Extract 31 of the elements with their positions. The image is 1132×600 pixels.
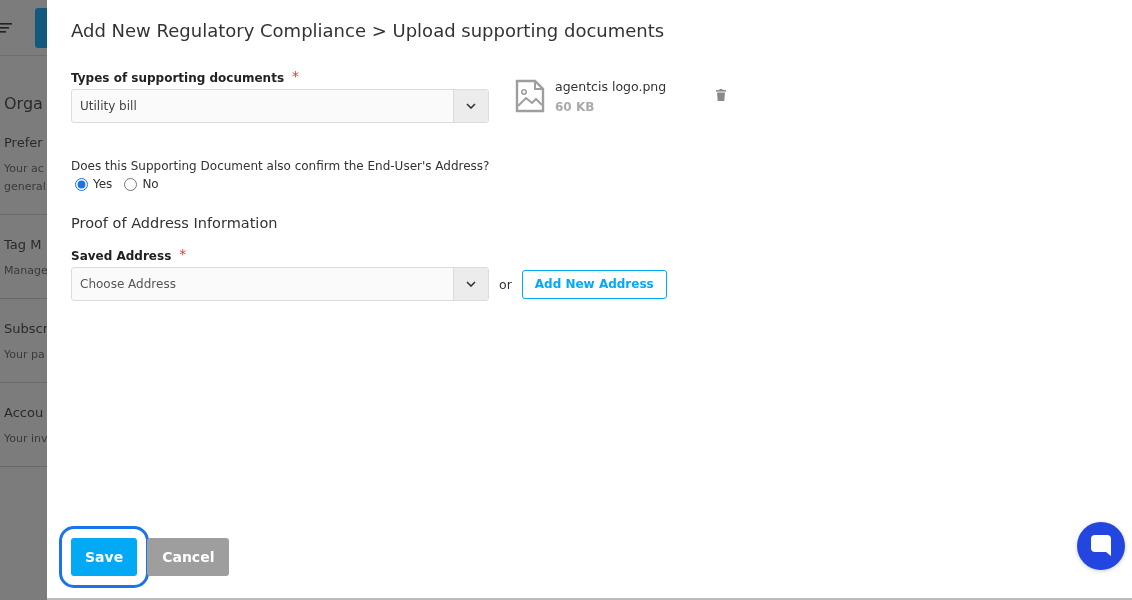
drawer-title: Add New Regulatory Compliance > Upload supporting documents <box>71 20 666 41</box>
section-description: Your pa <box>4 347 46 363</box>
radio-label[interactable]: No <box>142 177 159 191</box>
file-size: 60 KB <box>555 100 596 114</box>
question-label: Does this Supporting Document also confirm the End-User's Address? <box>71 159 491 173</box>
image-file-icon <box>515 79 545 113</box>
section-title: Accou <box>4 405 45 420</box>
menu-icon[interactable] <box>0 22 12 33</box>
section-description: general <box>4 179 47 195</box>
field-label: Saved Address <box>71 249 172 263</box>
radio-button[interactable] <box>75 177 88 191</box>
radio-label[interactable]: Yes <box>93 177 113 191</box>
section-description: Manage <box>4 263 47 279</box>
or-label: or <box>499 276 512 292</box>
required-mark: * <box>292 68 300 84</box>
delete-icon[interactable] <box>716 89 727 101</box>
select-field[interactable]: Utility bill <box>71 89 489 123</box>
section-heading: Proof of Address Information <box>71 215 279 231</box>
page-heading: Orga <box>4 94 44 113</box>
required-mark: * <box>179 246 187 262</box>
section-title: Prefer <box>4 135 44 150</box>
select-field[interactable]: Choose Address <box>71 267 489 301</box>
section-title: Tag M <box>4 237 43 252</box>
field-label: Types of supporting documents <box>71 71 285 85</box>
chevron-down-icon[interactable] <box>466 281 476 287</box>
chat-icon[interactable] <box>1091 535 1111 557</box>
section-description: Your inv <box>4 431 47 447</box>
section-description: Your ac <box>4 161 45 177</box>
radio-button[interactable] <box>124 177 138 191</box>
chevron-down-icon[interactable] <box>466 103 476 109</box>
file-name: agentcis logo.png <box>555 79 667 94</box>
